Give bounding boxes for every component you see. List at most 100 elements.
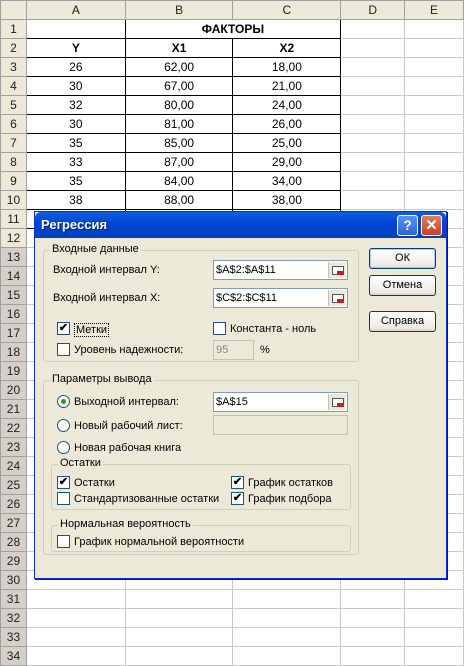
input-range-y-field[interactable]: $A$2:$A$11 bbox=[213, 260, 348, 280]
row-header[interactable]: 14 bbox=[0, 266, 27, 286]
row-header[interactable]: 8 bbox=[0, 152, 27, 172]
cell[interactable] bbox=[404, 171, 464, 191]
cell[interactable] bbox=[404, 190, 464, 210]
constant-zero-label[interactable]: Константа - ноль bbox=[230, 323, 316, 335]
data-cell[interactable]: 30 bbox=[25, 76, 126, 96]
row-header[interactable]: 22 bbox=[0, 418, 27, 438]
line-fit-checkbox[interactable]: ✔ bbox=[231, 492, 244, 505]
row-header[interactable]: 13 bbox=[0, 247, 27, 267]
row-header[interactable]: 9 bbox=[0, 171, 27, 191]
confidence-level-label[interactable]: Уровень надежности: bbox=[74, 344, 183, 356]
cell[interactable] bbox=[25, 608, 126, 628]
row-header[interactable]: 17 bbox=[0, 323, 27, 343]
data-cell[interactable]: 26 bbox=[25, 57, 126, 77]
cell[interactable] bbox=[124, 589, 234, 609]
range-select-icon[interactable] bbox=[328, 394, 346, 410]
row-header[interactable]: 21 bbox=[0, 399, 27, 419]
data-cell[interactable]: 80,00 bbox=[124, 95, 234, 115]
cell[interactable] bbox=[404, 608, 464, 628]
residual-plots-label[interactable]: График остатков bbox=[248, 477, 333, 489]
cell[interactable] bbox=[340, 152, 406, 172]
new-sheet-label[interactable]: Новый рабочий лист: bbox=[74, 420, 183, 432]
column-header-e[interactable]: E bbox=[404, 0, 464, 20]
residuals-label[interactable]: Остатки bbox=[74, 477, 115, 489]
header-factors-cell[interactable]: ФАКТОРЫ bbox=[124, 19, 342, 39]
cell[interactable] bbox=[404, 57, 464, 77]
column-header-b[interactable]: B bbox=[124, 0, 234, 20]
row-header[interactable]: 23 bbox=[0, 437, 27, 457]
row-header[interactable]: 15 bbox=[0, 285, 27, 305]
data-cell[interactable]: 33 bbox=[25, 152, 126, 172]
row-header[interactable]: 27 bbox=[0, 513, 27, 533]
output-range-radio[interactable] bbox=[57, 395, 70, 408]
cell[interactable] bbox=[340, 19, 406, 39]
dialog-titlebar[interactable]: Регрессия ? ✕ bbox=[35, 212, 446, 238]
help-button[interactable]: Справка bbox=[369, 311, 436, 332]
cell[interactable] bbox=[340, 114, 406, 134]
data-cell[interactable]: 24,00 bbox=[232, 95, 342, 115]
cell[interactable] bbox=[404, 133, 464, 153]
row-header[interactable]: 18 bbox=[0, 342, 27, 362]
confidence-level-field[interactable]: 95 bbox=[213, 340, 254, 360]
confidence-level-checkbox[interactable] bbox=[57, 343, 70, 356]
row-header[interactable]: 25 bbox=[0, 475, 27, 495]
normal-probability-checkbox[interactable] bbox=[57, 535, 70, 548]
row-header[interactable]: 5 bbox=[0, 95, 27, 115]
data-cell[interactable]: 87,00 bbox=[124, 152, 234, 172]
data-cell[interactable]: 25,00 bbox=[232, 133, 342, 153]
select-all-corner[interactable] bbox=[0, 0, 27, 20]
column-label-cell[interactable]: X1 bbox=[124, 38, 234, 58]
data-cell[interactable]: 38,00 bbox=[232, 190, 342, 210]
data-cell[interactable]: 18,00 bbox=[232, 57, 342, 77]
cell[interactable] bbox=[404, 152, 464, 172]
column-label-cell[interactable]: Y bbox=[25, 38, 126, 58]
row-header[interactable]: 2 bbox=[0, 38, 27, 58]
data-cell[interactable]: 26,00 bbox=[232, 114, 342, 134]
row-header[interactable]: 4 bbox=[0, 76, 27, 96]
cell[interactable] bbox=[340, 190, 406, 210]
cell[interactable] bbox=[404, 627, 464, 647]
cell[interactable] bbox=[124, 646, 234, 666]
row-header[interactable]: 7 bbox=[0, 133, 27, 153]
row-header[interactable]: 29 bbox=[0, 551, 27, 571]
data-cell[interactable]: 88,00 bbox=[124, 190, 234, 210]
row-header[interactable]: 6 bbox=[0, 114, 27, 134]
cell[interactable] bbox=[340, 76, 406, 96]
row-header[interactable]: 11 bbox=[0, 209, 27, 229]
cell[interactable] bbox=[404, 646, 464, 666]
cell[interactable] bbox=[124, 627, 234, 647]
data-cell[interactable]: 30 bbox=[25, 114, 126, 134]
column-label-cell[interactable]: X2 bbox=[232, 38, 342, 58]
data-cell[interactable]: 85,00 bbox=[124, 133, 234, 153]
cell[interactable] bbox=[404, 114, 464, 134]
cell[interactable] bbox=[340, 57, 406, 77]
cell[interactable] bbox=[404, 76, 464, 96]
cell[interactable] bbox=[25, 589, 126, 609]
range-select-icon[interactable] bbox=[328, 262, 346, 278]
row-header[interactable]: 34 bbox=[0, 646, 27, 666]
cell[interactable] bbox=[232, 646, 342, 666]
row-header[interactable]: 1 bbox=[0, 19, 27, 39]
close-icon[interactable]: ✕ bbox=[421, 215, 442, 236]
cell[interactable] bbox=[340, 95, 406, 115]
standardized-residuals-label[interactable]: Стандартизованные остатки bbox=[74, 493, 219, 505]
line-fit-label[interactable]: График подбора bbox=[248, 493, 332, 505]
row-header[interactable]: 19 bbox=[0, 361, 27, 381]
cell[interactable] bbox=[25, 19, 126, 39]
data-cell[interactable]: 62,00 bbox=[124, 57, 234, 77]
data-cell[interactable]: 81,00 bbox=[124, 114, 234, 134]
cell[interactable] bbox=[340, 38, 406, 58]
cell[interactable] bbox=[404, 95, 464, 115]
cell[interactable] bbox=[340, 646, 406, 666]
data-cell[interactable]: 34,00 bbox=[232, 171, 342, 191]
residual-plots-checkbox[interactable]: ✔ bbox=[231, 476, 244, 489]
new-sheet-radio[interactable] bbox=[57, 419, 70, 432]
row-header[interactable]: 28 bbox=[0, 532, 27, 552]
data-cell[interactable]: 84,00 bbox=[124, 171, 234, 191]
standardized-residuals-checkbox[interactable] bbox=[57, 492, 70, 505]
row-header[interactable]: 20 bbox=[0, 380, 27, 400]
row-header[interactable]: 10 bbox=[0, 190, 27, 210]
cell[interactable] bbox=[340, 608, 406, 628]
labels-checkbox-label[interactable]: Метки bbox=[74, 323, 110, 337]
data-cell[interactable]: 35 bbox=[25, 171, 126, 191]
